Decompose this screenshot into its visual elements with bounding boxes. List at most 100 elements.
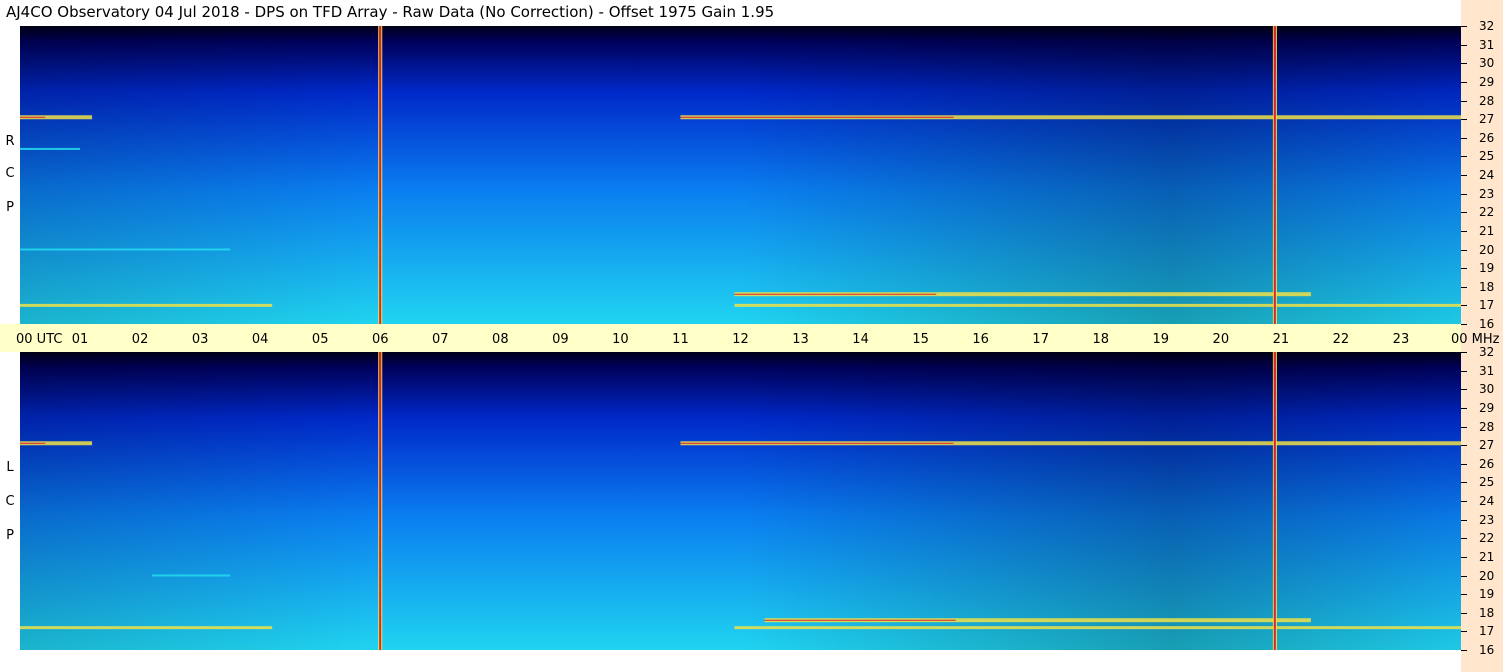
tick-mark [1461,352,1467,353]
tick-mark [1461,389,1467,391]
tick-mark [1461,230,1467,232]
band-peak-27.1-mhz [20,116,46,118]
interference-line-6-utc [378,26,380,324]
mhz-tick-label: 16 [1479,317,1495,331]
rcp-spectrogram [20,26,1461,324]
band-peak-27.1-mhz [680,442,954,444]
utc-tick-label: 20 [1212,332,1230,347]
tick-mark [1461,193,1467,195]
band-17.2-mhz [20,626,273,630]
utc-tick-label: 22 [1332,332,1350,347]
tick-mark [1461,650,1467,651]
tick-mark [1461,594,1467,596]
utc-time-axis [0,324,1461,352]
tick-mark [1461,556,1467,558]
mhz-tick-label: 32 [1479,345,1495,359]
interference-line-20.9-utc [1273,352,1276,650]
utc-tick-label: 21 [1272,332,1290,347]
utc-tick-label: 05 [311,332,329,347]
mhz-tick-label: 28 [1479,419,1495,434]
interference-line-20.9-utc [1275,26,1277,324]
utc-tick-label: 14 [852,332,869,347]
mhz-tick-label: 30 [1479,56,1495,71]
rcp-label-p: P [6,200,14,215]
lcp-label-p: P [6,528,14,543]
mhz-tick-label: 22 [1479,531,1495,546]
utc-tick-label: 15 [912,332,929,347]
tick-mark [1461,305,1467,307]
mhz-tick-label: 19 [1479,587,1495,602]
utc-tick-label: 10 [612,332,629,347]
band-peak-27.1-mhz [20,442,46,444]
utc-tick-label: 11 [672,332,689,347]
utc-tick-label: 04 [251,332,269,347]
utc-tick-label: 23 [1392,332,1410,347]
tick-mark [1461,286,1467,288]
rcp-label-r: R [5,134,15,149]
utc-tick-label: 17 [1032,332,1049,347]
mhz-tick-label: 24 [1479,494,1495,508]
utc-tick-label: 03 [191,332,209,347]
utc-tick-label: 09 [552,332,569,347]
tick-mark [1461,631,1467,633]
tick-mark [1461,175,1467,176]
mhz-tick-label: 21 [1479,549,1495,564]
utc-tick-label: 02 [131,332,149,347]
utc-tick-label: 08 [492,332,509,347]
interference-line-6-utc [381,26,383,324]
mhz-tick-label: 20 [1479,242,1495,257]
utc-tick-label: 16 [972,332,989,347]
band-17-mhz [20,303,273,307]
interference-line-6-utc [381,352,383,650]
tick-mark [1461,119,1467,121]
tick-mark [1461,26,1467,27]
interference-line-20.9-utc [1275,352,1277,650]
mhz-tick-label: 31 [1479,363,1495,378]
tick-mark [1461,137,1467,139]
mhz-tick-label: 23 [1479,512,1495,527]
mhz-tick-label: 16 [1479,643,1495,657]
tick-mark [1461,501,1467,502]
chart-title: AJ4CO Observatory 04 Jul 2018 - DPS on T… [6,3,775,21]
utc-tick-label: 19 [1152,332,1170,347]
tick-mark [1461,445,1467,447]
mhz-tick-label: 27 [1479,438,1495,453]
mhz-tick-label: 21 [1479,223,1495,238]
interference-line-6-utc [378,352,380,650]
tick-mark [1461,63,1467,65]
tick-mark [1461,249,1467,251]
mhz-tick-label: 22 [1479,205,1495,220]
interference-line-20.9-utc [1272,26,1274,324]
tick-mark [1461,324,1467,325]
mhz-tick-label: 17 [1479,298,1495,313]
utc-tick-label: 06 [371,332,389,347]
mhz-tick-label: 25 [1479,475,1495,490]
tick-mark [1461,100,1467,102]
tick-mark [1461,212,1467,214]
mhz-tick-label: 27 [1479,112,1495,127]
tick-mark [1461,612,1467,614]
mhz-tick-label: 23 [1479,186,1495,201]
lcp-spectrogram [20,352,1461,650]
mhz-tick-label: 32 [1479,19,1495,33]
mhz-tick-label: 29 [1479,400,1495,415]
lcp-label-l: L [6,460,14,475]
rcp-spectrogram-svg [20,26,1461,324]
mhz-tick-label: 26 [1479,130,1495,145]
mhz-tick-label: 30 [1479,382,1495,397]
tick-mark [1461,156,1467,158]
band-peak-27.1-mhz [680,116,954,118]
tick-mark [1461,538,1467,540]
lcp-spectrogram-svg [20,352,1461,650]
tick-mark [1461,463,1467,465]
mhz-tick-label: 18 [1479,605,1495,620]
interference-line-20.9-utc [1273,26,1276,324]
rcp-label-c: C [5,166,15,181]
tick-mark [1461,519,1467,521]
tick-mark [1461,426,1467,428]
utc-tick-label: 13 [792,332,809,347]
band-20-mhz [20,248,231,251]
utc-tick-label: 12 [732,332,749,347]
shade [20,352,1461,650]
utc-tick-label: 00 UTC [16,332,63,347]
